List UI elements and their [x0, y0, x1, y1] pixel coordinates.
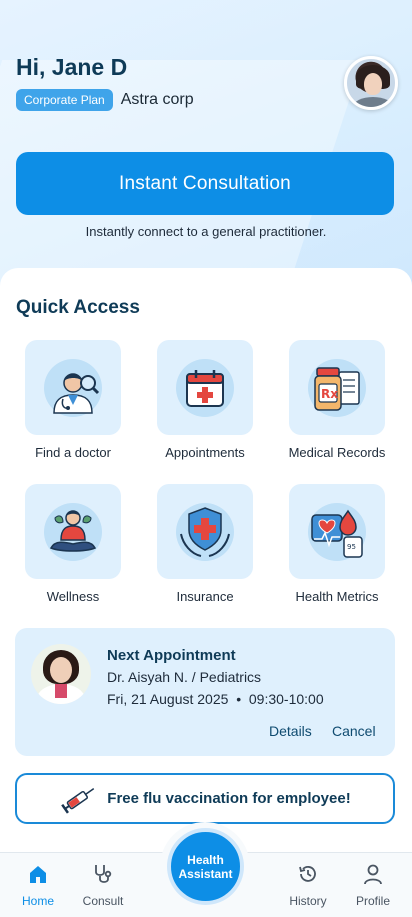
doctor-avatar	[31, 644, 91, 704]
syringe-icon	[61, 787, 95, 814]
tile-label-appointments: Appointments	[165, 445, 245, 460]
appointment-datetime: Fri, 21 August 2025 • 09:30-10:00	[107, 691, 324, 707]
health-assistant-button[interactable]: Health Assistant	[167, 828, 244, 905]
nav-consult-label: Consult	[82, 894, 124, 908]
greeting-title: Hi, Jane D	[16, 54, 128, 80]
appointment-doctor: Dr. Aisyah N. / Pediatrics	[107, 669, 262, 685]
shield-hands-icon	[180, 506, 230, 557]
doctor-search-icon	[53, 372, 100, 414]
nav-home-label: Home	[21, 894, 54, 908]
tile-label-wellness: Wellness	[46, 589, 100, 604]
quick-access-find-doctor[interactable]	[25, 340, 121, 435]
prescription-icon: Rx	[314, 366, 360, 411]
user-avatar[interactable]	[344, 56, 398, 110]
quick-access-wellness[interactable]	[25, 484, 121, 579]
tile-label-health-metrics: Health Metrics	[295, 589, 379, 604]
meditation-icon	[49, 509, 97, 552]
nav-consult[interactable]: Consult	[73, 863, 133, 908]
appointment-cancel-link[interactable]: Cancel	[332, 723, 376, 739]
quick-access-appointments[interactable]	[157, 340, 253, 435]
health-assistant-line2: Assistant	[178, 866, 233, 881]
plan-row: Corporate Plan Astra corp	[16, 89, 194, 111]
health-metrics-icon: 95	[311, 509, 363, 558]
home-icon	[30, 866, 46, 883]
instant-consultation-button[interactable]: Instant Consultation	[16, 152, 394, 215]
health-assistant-line1: Health	[187, 852, 224, 867]
quick-access-medical-records[interactable]: Rx	[289, 340, 385, 435]
hero-background	[0, 0, 412, 300]
calendar-medical-icon	[186, 369, 224, 407]
consult-subtitle: Instantly connect to a general practitio…	[85, 224, 327, 239]
history-icon	[299, 866, 316, 882]
tile-label-find-doctor: Find a doctor	[35, 445, 111, 460]
appointment-title: Next Appointment	[107, 647, 236, 664]
plan-badge: Corporate Plan	[16, 89, 113, 111]
quick-access-title: Quick Access	[16, 297, 140, 318]
quick-access-insurance[interactable]	[157, 484, 253, 579]
nav-profile-label: Profile	[355, 894, 390, 908]
flu-vaccination-banner[interactable]: Free flu vaccination for employee!	[15, 773, 395, 824]
nav-profile[interactable]: Profile	[343, 863, 403, 908]
svg-text:Rx: Rx	[321, 387, 338, 401]
nav-history[interactable]: History	[278, 863, 338, 908]
quick-access-health-metrics[interactable]: 95	[289, 484, 385, 579]
svg-text:95: 95	[347, 543, 356, 551]
company-name: Astra corp	[120, 91, 194, 108]
flu-banner-text: Free flu vaccination for employee!	[107, 790, 351, 807]
appointment-details-link[interactable]: Details	[269, 723, 312, 739]
next-appointment-card[interactable]: Next Appointment Dr. Aisyah N. / Pediatr…	[15, 628, 395, 756]
tile-label-medical-records: Medical Records	[288, 445, 386, 460]
profile-icon	[364, 864, 382, 885]
nav-home[interactable]: Home	[8, 863, 68, 908]
nav-history-label: History	[289, 894, 327, 908]
stethoscope-icon	[95, 865, 112, 883]
tile-label-insurance: Insurance	[176, 589, 234, 604]
